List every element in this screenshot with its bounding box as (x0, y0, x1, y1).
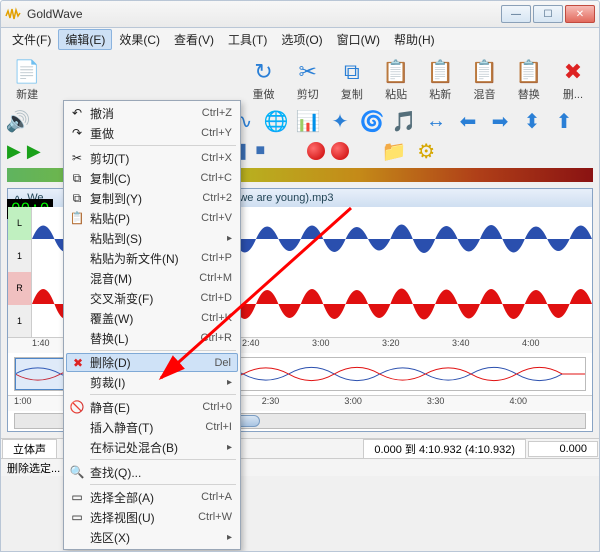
replace-button[interactable]: 📋替换 (507, 54, 551, 106)
sparkle-icon[interactable]: ✦ (327, 108, 353, 134)
clipboard-replace-icon: 📋 (515, 58, 542, 86)
menu-effect[interactable]: 效果(C) (112, 29, 167, 50)
menu-pastenew[interactable]: 粘贴为新文件(N)Ctrl+P (66, 248, 238, 268)
double-arrow-icon[interactable]: ↔ (423, 108, 449, 134)
edit-menu-dropdown: ↶撤消Ctrl+Z ↷重做Ctrl+Y ✂剪切(T)Ctrl+X ⧉复制(C)C… (63, 100, 241, 550)
arrow-updown-icon[interactable]: ⬍ (519, 108, 545, 134)
status-position: 0.000 (528, 441, 598, 457)
main-toolbar: 📄新建 ↻重做 ✂剪切 ⧉复制 📋粘贴 📋粘新 📋混音 📋替换 ✖删... (1, 50, 599, 106)
menu-tools[interactable]: 工具(T) (221, 29, 274, 50)
menu-pasteto[interactable]: 粘贴到(S)▸ (66, 228, 238, 248)
channel-r-label: R (8, 272, 31, 305)
undo-icon: ↶ (68, 106, 86, 120)
paste-small-icon: 📋 (68, 211, 86, 225)
mute-icon: 🚫 (68, 400, 86, 414)
cut-button[interactable]: ✂剪切 (286, 54, 330, 106)
arrow-left-icon[interactable]: ⬅ (455, 108, 481, 134)
gear-icon[interactable]: ⚙ (413, 138, 439, 164)
new-button[interactable]: 📄新建 (5, 54, 49, 106)
menu-insert-silence[interactable]: 插入静音(T)Ctrl+I (66, 417, 238, 437)
channel-labels: L 1 R 1 (8, 207, 32, 337)
status-range: 0.000 到 4:10.932 (4:10.932) (363, 439, 526, 459)
maximize-button[interactable]: ☐ (533, 5, 563, 23)
play-button[interactable]: ▶ (7, 141, 21, 162)
stop-button[interactable]: ■ (256, 142, 266, 160)
scissors-small-icon: ✂ (68, 151, 86, 165)
menu-paste[interactable]: 📋粘贴(P)Ctrl+V (66, 208, 238, 228)
paste-new-button[interactable]: 📋粘新 (418, 54, 462, 106)
speaker-left-icon[interactable]: 🔊 (5, 108, 31, 134)
select-all-icon: ▭ (68, 490, 86, 504)
menu-copy[interactable]: ⧉复制(C)Ctrl+C (66, 168, 238, 188)
delete-button[interactable]: ✖删... (551, 54, 595, 106)
copy-button[interactable]: ⧉复制 (330, 54, 374, 106)
clipboard-icon: 📋 (382, 58, 409, 86)
menu-select-view[interactable]: ▭选择视图(U)Ctrl+W (66, 507, 238, 527)
menu-help[interactable]: 帮助(H) (387, 29, 442, 50)
folder-icon[interactable]: 📁 (381, 138, 407, 164)
submenu-arrow-icon: ▸ (227, 233, 232, 244)
arrow-right-icon[interactable]: ➡ (487, 108, 513, 134)
new-file-icon: 📄 (13, 58, 40, 86)
bars-icon[interactable]: 📊 (295, 108, 321, 134)
menu-options[interactable]: 选项(O) (274, 29, 329, 50)
channel-l-label: L (8, 207, 31, 240)
menu-selection[interactable]: 选区(X)▸ (66, 527, 238, 547)
redo-button[interactable]: ↻重做 (241, 54, 285, 106)
titlebar: GoldWave — ☐ ✕ (0, 0, 600, 28)
menu-edit[interactable]: 编辑(E) (58, 29, 112, 50)
menu-overwrite[interactable]: 覆盖(W)Ctrl+K (66, 308, 238, 328)
submenu-arrow-icon: ▸ (227, 377, 232, 388)
music-note-icon[interactable]: 🎵 (391, 108, 417, 134)
menu-copyto[interactable]: ⧉复制到(Y)Ctrl+2 (66, 188, 238, 208)
menu-mute[interactable]: 🚫静音(E)Ctrl+0 (66, 397, 238, 417)
menu-file[interactable]: 文件(F) (5, 29, 58, 50)
menu-find[interactable]: 🔍查找(Q)... (66, 462, 238, 482)
menubar: 文件(F) 编辑(E) 效果(C) 查看(V) 工具(T) 选项(O) 窗口(W… (0, 28, 600, 50)
menu-redo[interactable]: ↷重做Ctrl+Y (66, 123, 238, 143)
submenu-arrow-icon: ▸ (227, 532, 232, 543)
delete-x-icon: ✖ (564, 58, 582, 86)
paste-button[interactable]: 📋粘贴 (374, 54, 418, 106)
submenu-arrow-icon: ▸ (227, 442, 232, 453)
copyto-icon: ⧉ (68, 191, 86, 206)
clipboard-new-icon: 📋 (427, 58, 454, 86)
record-button[interactable] (307, 142, 325, 160)
menu-xfade[interactable]: 交叉渐变(F)Ctrl+D (66, 288, 238, 308)
redo-small-icon: ↷ (68, 126, 86, 140)
menu-cut[interactable]: ✂剪切(T)Ctrl+X (66, 148, 238, 168)
app-title: GoldWave (27, 7, 501, 21)
arrow-up-icon[interactable]: ⬆ (551, 108, 577, 134)
menu-mix[interactable]: 混音(M)Ctrl+M (66, 268, 238, 288)
menu-trim[interactable]: 剪裁(I)▸ (66, 372, 238, 392)
channel-1-label-2: 1 (8, 305, 31, 338)
channel-1-label: 1 (8, 240, 31, 273)
close-button[interactable]: ✕ (565, 5, 595, 23)
copy-icon: ⧉ (344, 58, 360, 86)
clipboard-mix-icon: 📋 (471, 58, 498, 86)
menu-delete[interactable]: ✖删除(D)Del (66, 353, 238, 372)
redo-icon: ↻ (254, 58, 272, 86)
menu-replace[interactable]: 替换(L)Ctrl+R (66, 328, 238, 348)
goldwave-logo-icon (5, 6, 21, 22)
scissors-icon: ✂ (298, 58, 316, 86)
menu-window[interactable]: 窗口(W) (330, 29, 387, 50)
select-view-icon: ▭ (68, 510, 86, 524)
spiral-icon[interactable]: 🌀 (359, 108, 385, 134)
menu-mix-at-mark[interactable]: 在标记处混合(B)▸ (66, 437, 238, 457)
delete-small-icon: ✖ (69, 356, 87, 370)
play-button-2[interactable]: ▶ (27, 141, 41, 162)
menu-view[interactable]: 查看(V) (167, 29, 221, 50)
record-button-2[interactable] (331, 142, 349, 160)
menu-undo[interactable]: ↶撤消Ctrl+Z (66, 103, 238, 123)
status-stereo: 立体声 (2, 439, 57, 459)
copy-small-icon: ⧉ (68, 171, 86, 186)
menu-select-all[interactable]: ▭选择全部(A)Ctrl+A (66, 487, 238, 507)
footer-text: 删除选定... (7, 460, 60, 476)
globe-icon[interactable]: 🌐 (263, 108, 289, 134)
mix-button[interactable]: 📋混音 (462, 54, 506, 106)
search-icon: 🔍 (68, 465, 86, 479)
minimize-button[interactable]: — (501, 5, 531, 23)
content-area: 📄新建 ↻重做 ✂剪切 ⧉复制 📋粘贴 📋粘新 📋混音 📋替换 ✖删... 🔊 … (0, 50, 600, 552)
